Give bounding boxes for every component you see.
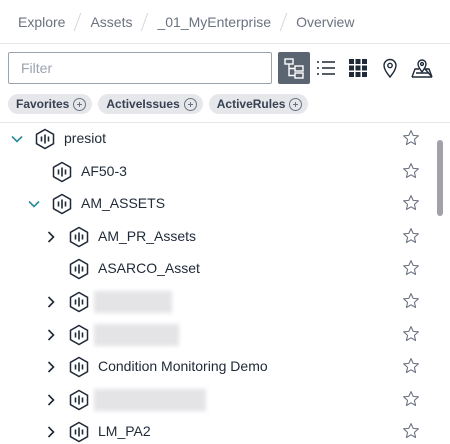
star-icon[interactable] [402, 325, 420, 343]
map-pin-icon [383, 58, 397, 79]
star-icon[interactable] [402, 194, 420, 212]
star-icon[interactable] [402, 390, 420, 408]
scrollbar-thumb[interactable] [437, 140, 443, 216]
breadcrumb-enterprise[interactable]: _01_MyEnterprise [157, 14, 271, 30]
chip-active-issues[interactable]: ActiveIssues [98, 94, 203, 114]
chevron-right-icon[interactable] [44, 393, 58, 407]
grid-view-button[interactable] [342, 52, 374, 84]
tree-row-label: presiot [64, 130, 107, 146]
asset-icon [69, 422, 89, 443]
filter-chips: Favorites ActiveIssues ActiveRules [8, 94, 309, 114]
star-icon[interactable] [402, 292, 420, 310]
chevron-right-icon[interactable] [44, 328, 58, 342]
breadcrumb-overview: Overview [296, 13, 355, 30]
asset-icon [69, 291, 89, 313]
tree-row-label: ASARCO_Asset [98, 260, 200, 277]
map-pin-button[interactable] [374, 52, 406, 84]
tree-row[interactable] [0, 319, 430, 351]
breadcrumb-separator [74, 12, 82, 31]
chevron-right-icon[interactable] [44, 425, 58, 439]
star-icon[interactable] [402, 422, 420, 440]
asset-icon [69, 259, 89, 280]
map-location-icon [411, 59, 433, 78]
filter-input[interactable] [8, 52, 272, 84]
asset-icon [52, 193, 72, 215]
redacted-label [94, 291, 172, 313]
asset-icon [69, 389, 89, 411]
breadcrumb-separator [279, 12, 288, 31]
breadcrumb-assets[interactable]: Assets [90, 14, 132, 30]
chevron-right-icon[interactable] [44, 360, 58, 374]
tree-row[interactable] [0, 286, 430, 318]
breadcrumb: Explore Assets _01_MyEnterprise Overview [0, 0, 450, 44]
breadcrumb-explore[interactable]: Explore [18, 14, 65, 30]
add-circle-icon [289, 97, 303, 111]
tree-row[interactable]: AM_ASSETS [0, 188, 430, 220]
map-location-button[interactable] [406, 52, 438, 84]
breadcrumb-separator [141, 12, 149, 31]
chevron-right-icon[interactable] [44, 230, 58, 244]
asset-icon [69, 324, 89, 345]
list-view-icon [317, 61, 335, 75]
tree-row[interactable]: AF50-3 [0, 156, 430, 188]
chip-active-rules[interactable]: ActiveRules [208, 94, 309, 114]
asset-tree: presiot AF50-3 AM_ASSETS AM_PR_Assets ASARCO… [0, 123, 450, 444]
chip-label: ActiveRules [216, 97, 286, 111]
star-icon[interactable] [402, 259, 420, 277]
tree-row[interactable]: AM_PR_Assets [0, 221, 430, 253]
asset-icon [35, 128, 55, 150]
chip-label: ActiveIssues [106, 97, 180, 111]
list-view-button[interactable] [310, 52, 342, 84]
asset-icon [69, 226, 89, 248]
add-circle-icon [183, 97, 197, 111]
chevron-down-icon[interactable] [10, 132, 24, 146]
chevron-right-icon[interactable] [44, 295, 58, 309]
tree-row-label: LM_PA2 [98, 423, 151, 440]
tree-row-label: AF50-3 [81, 162, 127, 179]
tree-view-icon [284, 58, 304, 79]
tree-row-label: AM_ASSETS [81, 195, 166, 212]
chip-label: Favorites [16, 97, 70, 111]
star-icon[interactable] [402, 227, 420, 245]
tree-row[interactable]: presiot [0, 123, 430, 155]
tree-row[interactable]: Condition Monitoring Demo [0, 351, 430, 383]
tree-row[interactable]: LM_PA2 [0, 416, 430, 444]
add-circle-icon [73, 97, 87, 111]
tree-row-label: AM_PR_Assets [98, 227, 197, 244]
scrollbar[interactable] [436, 138, 444, 444]
asset-icon [52, 161, 72, 182]
redacted-label [94, 388, 206, 411]
tree-row[interactable]: ASARCO_Asset [0, 253, 430, 285]
asset-icon [69, 356, 89, 378]
star-icon[interactable] [402, 129, 420, 147]
star-icon[interactable] [402, 162, 420, 180]
grid-view-icon [349, 59, 367, 77]
redacted-label [94, 323, 179, 346]
chip-favorites[interactable]: Favorites [8, 94, 93, 114]
tree-row[interactable] [0, 384, 430, 416]
tree-view-button[interactable] [278, 52, 310, 84]
chevron-down-icon[interactable] [27, 197, 41, 211]
tree-row-label: Condition Monitoring Demo [98, 358, 268, 375]
toolbar [8, 52, 444, 84]
star-icon[interactable] [402, 357, 420, 375]
